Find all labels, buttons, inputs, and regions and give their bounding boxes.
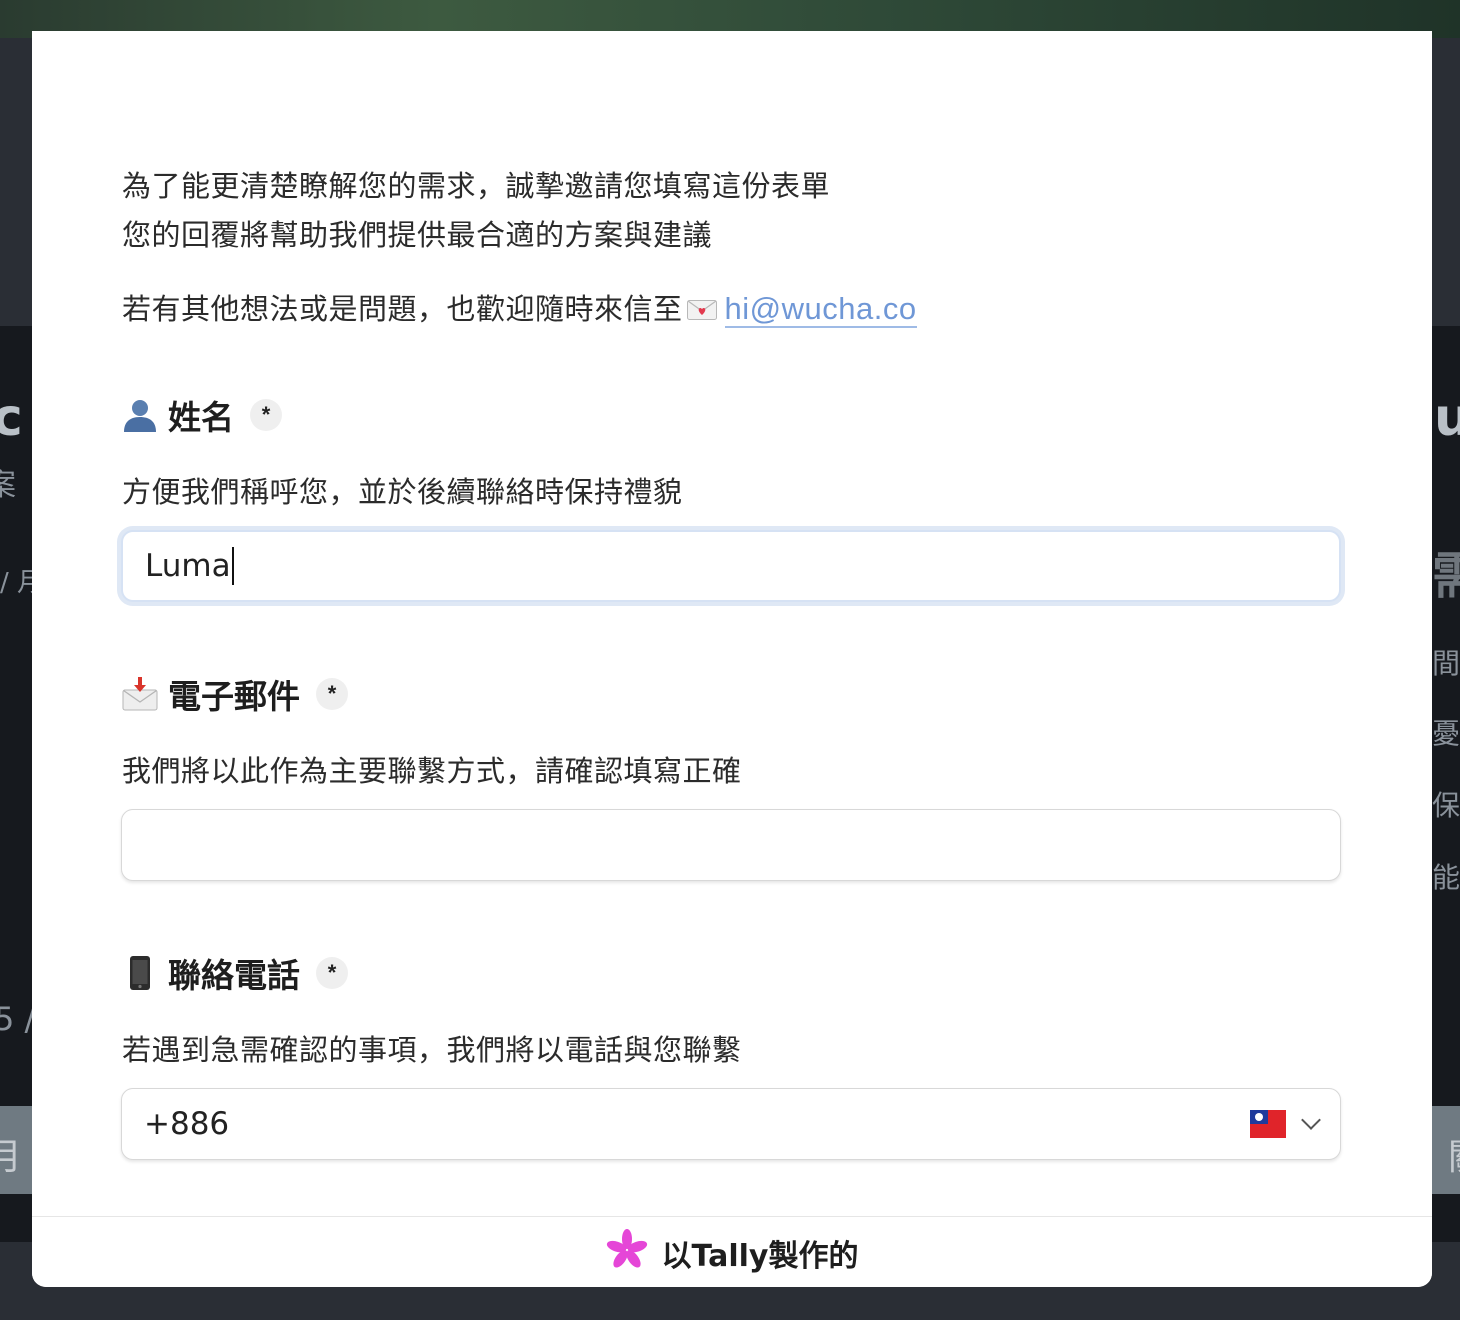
email-field-label: 電子郵件 *	[122, 670, 348, 718]
phone-field-label: 聯絡電話 *	[122, 949, 348, 997]
taiwan-flag-icon	[1250, 1110, 1286, 1138]
background-text: 案	[0, 468, 16, 503]
chevron-down-icon	[1301, 1110, 1321, 1130]
tally-asterisk-icon	[606, 1229, 648, 1276]
contact-email-link[interactable]: hi@wucha.co	[724, 291, 917, 328]
phone-field-description: 若遇到急需確認的事項，我們將以電話與您聯繫	[122, 1033, 742, 1067]
background-text: 5 /	[0, 1000, 36, 1038]
email-field-description: 我們將以此作為主要聯繫方式，請確認填寫正確	[122, 754, 742, 788]
background-text: 憂	[1432, 717, 1460, 750]
background-text: u	[1434, 388, 1460, 448]
name-input[interactable]: Luma	[121, 530, 1341, 602]
bust-silhouette-icon	[122, 397, 158, 433]
mobile-phone-icon	[122, 955, 158, 991]
background-text: 月	[0, 1137, 23, 1178]
text-caret	[231, 547, 234, 585]
background-text: 需	[1432, 547, 1460, 605]
form-modal: 為了能更清楚瞭解您的需求，誠摯邀請您填寫這份表單 您的回覆將幫助我們提供最合適的…	[32, 31, 1432, 1287]
phone-input[interactable]: +886	[121, 1088, 1341, 1160]
email-label-text: 電子郵件	[168, 677, 300, 716]
footer-text: 以Tally製作的	[661, 1238, 859, 1274]
intro-text-line: 您的回覆將幫助我們提供最合適的方案與建議	[122, 218, 713, 252]
phone-input-value: +886	[144, 1106, 230, 1142]
name-input-value: Luma	[145, 548, 231, 584]
required-badge: *	[316, 957, 348, 989]
envelope-with-arrow-icon	[122, 676, 158, 712]
name-label-text: 姓名	[168, 398, 234, 437]
email-input[interactable]	[121, 809, 1341, 881]
love-letter-icon	[686, 293, 717, 320]
intro-contact-line: 若有其他想法或是問題，也歡迎隨時來信至 hi@wucha.co	[122, 286, 917, 328]
phone-label-text: 聯絡電話	[168, 956, 300, 995]
required-badge: *	[316, 678, 348, 710]
name-field-description: 方便我們稱呼您，並於後續聯絡時保持禮貌	[122, 475, 683, 509]
background-text: 保	[1432, 789, 1460, 822]
required-badge: *	[250, 399, 282, 431]
intro-text-line: 為了能更清楚瞭解您的需求，誠摯邀請您填寫這份表單	[122, 169, 831, 203]
country-code-selector[interactable]	[1250, 1110, 1321, 1138]
name-field-label: 姓名 *	[122, 391, 282, 439]
background-text: 關	[1448, 1128, 1460, 1180]
background-text: c	[0, 388, 23, 448]
made-with-tally-footer[interactable]: 以Tally製作的	[32, 1216, 1432, 1287]
intro-contact-text: 若有其他想法或是問題，也歡迎隨時來信至	[122, 292, 683, 326]
background-text: 間	[1432, 647, 1460, 680]
background-text: 能	[1432, 861, 1460, 894]
